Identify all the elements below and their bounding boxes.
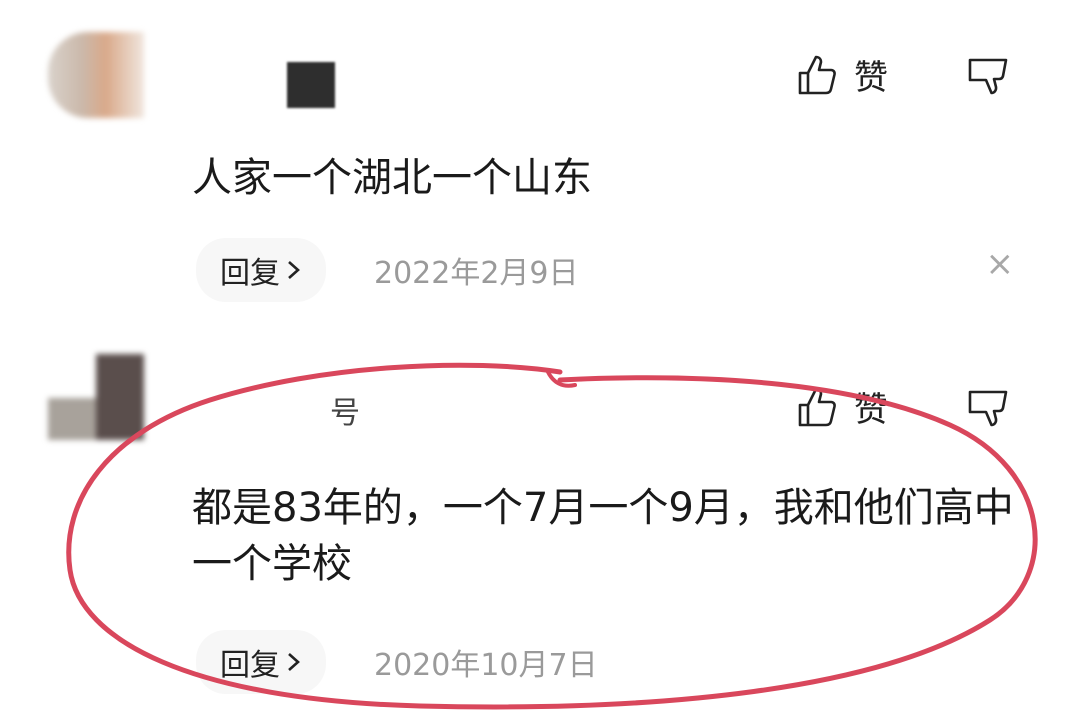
- avatar[interactable]: [48, 354, 144, 440]
- comment-item: 赞 人家一个湖北一个山东 回复 2022年2月9日 ×: [0, 0, 1076, 330]
- thumbs-down-icon: [968, 390, 1008, 427]
- comment-date: 2022年2月9日: [374, 256, 579, 291]
- chevron-right-icon: [288, 653, 300, 671]
- reply-button[interactable]: 回复: [196, 630, 326, 694]
- reply-label: 回复: [220, 256, 280, 291]
- comment-text: 都是83年的，一个7月一个9月，我和他们高中一个学校: [192, 485, 1014, 587]
- avatar[interactable]: [48, 32, 144, 118]
- reply-label: 回复: [220, 648, 280, 683]
- comment-text: 人家一个湖北一个山东: [192, 155, 592, 201]
- comment-footer: 回复 2020年10月7日: [196, 630, 598, 694]
- like-button[interactable]: 赞: [794, 382, 888, 431]
- thumbs-down-icon: [968, 58, 1008, 95]
- dislike-button[interactable]: [966, 386, 1010, 434]
- chevron-right-icon: [288, 261, 300, 279]
- like-label: 赞: [854, 390, 888, 430]
- reply-button[interactable]: 回复: [196, 238, 326, 302]
- username: 号: [330, 396, 360, 431]
- close-icon[interactable]: ×: [986, 244, 1015, 284]
- dislike-button[interactable]: [966, 54, 1010, 102]
- thumbs-up-icon: [798, 387, 836, 426]
- like-label: 赞: [854, 58, 888, 98]
- comment-footer: 回复 2022年2月9日: [196, 238, 579, 302]
- comment-date: 2020年10月7日: [374, 648, 598, 683]
- like-button[interactable]: 赞: [794, 50, 888, 99]
- comment-item: 赞 都是83年的，一个7月一个9月，我和他们高中一个学校 回复 2020年10月…: [0, 340, 1076, 728]
- thumbs-up-icon: [798, 55, 836, 94]
- username-redacted: [287, 62, 335, 108]
